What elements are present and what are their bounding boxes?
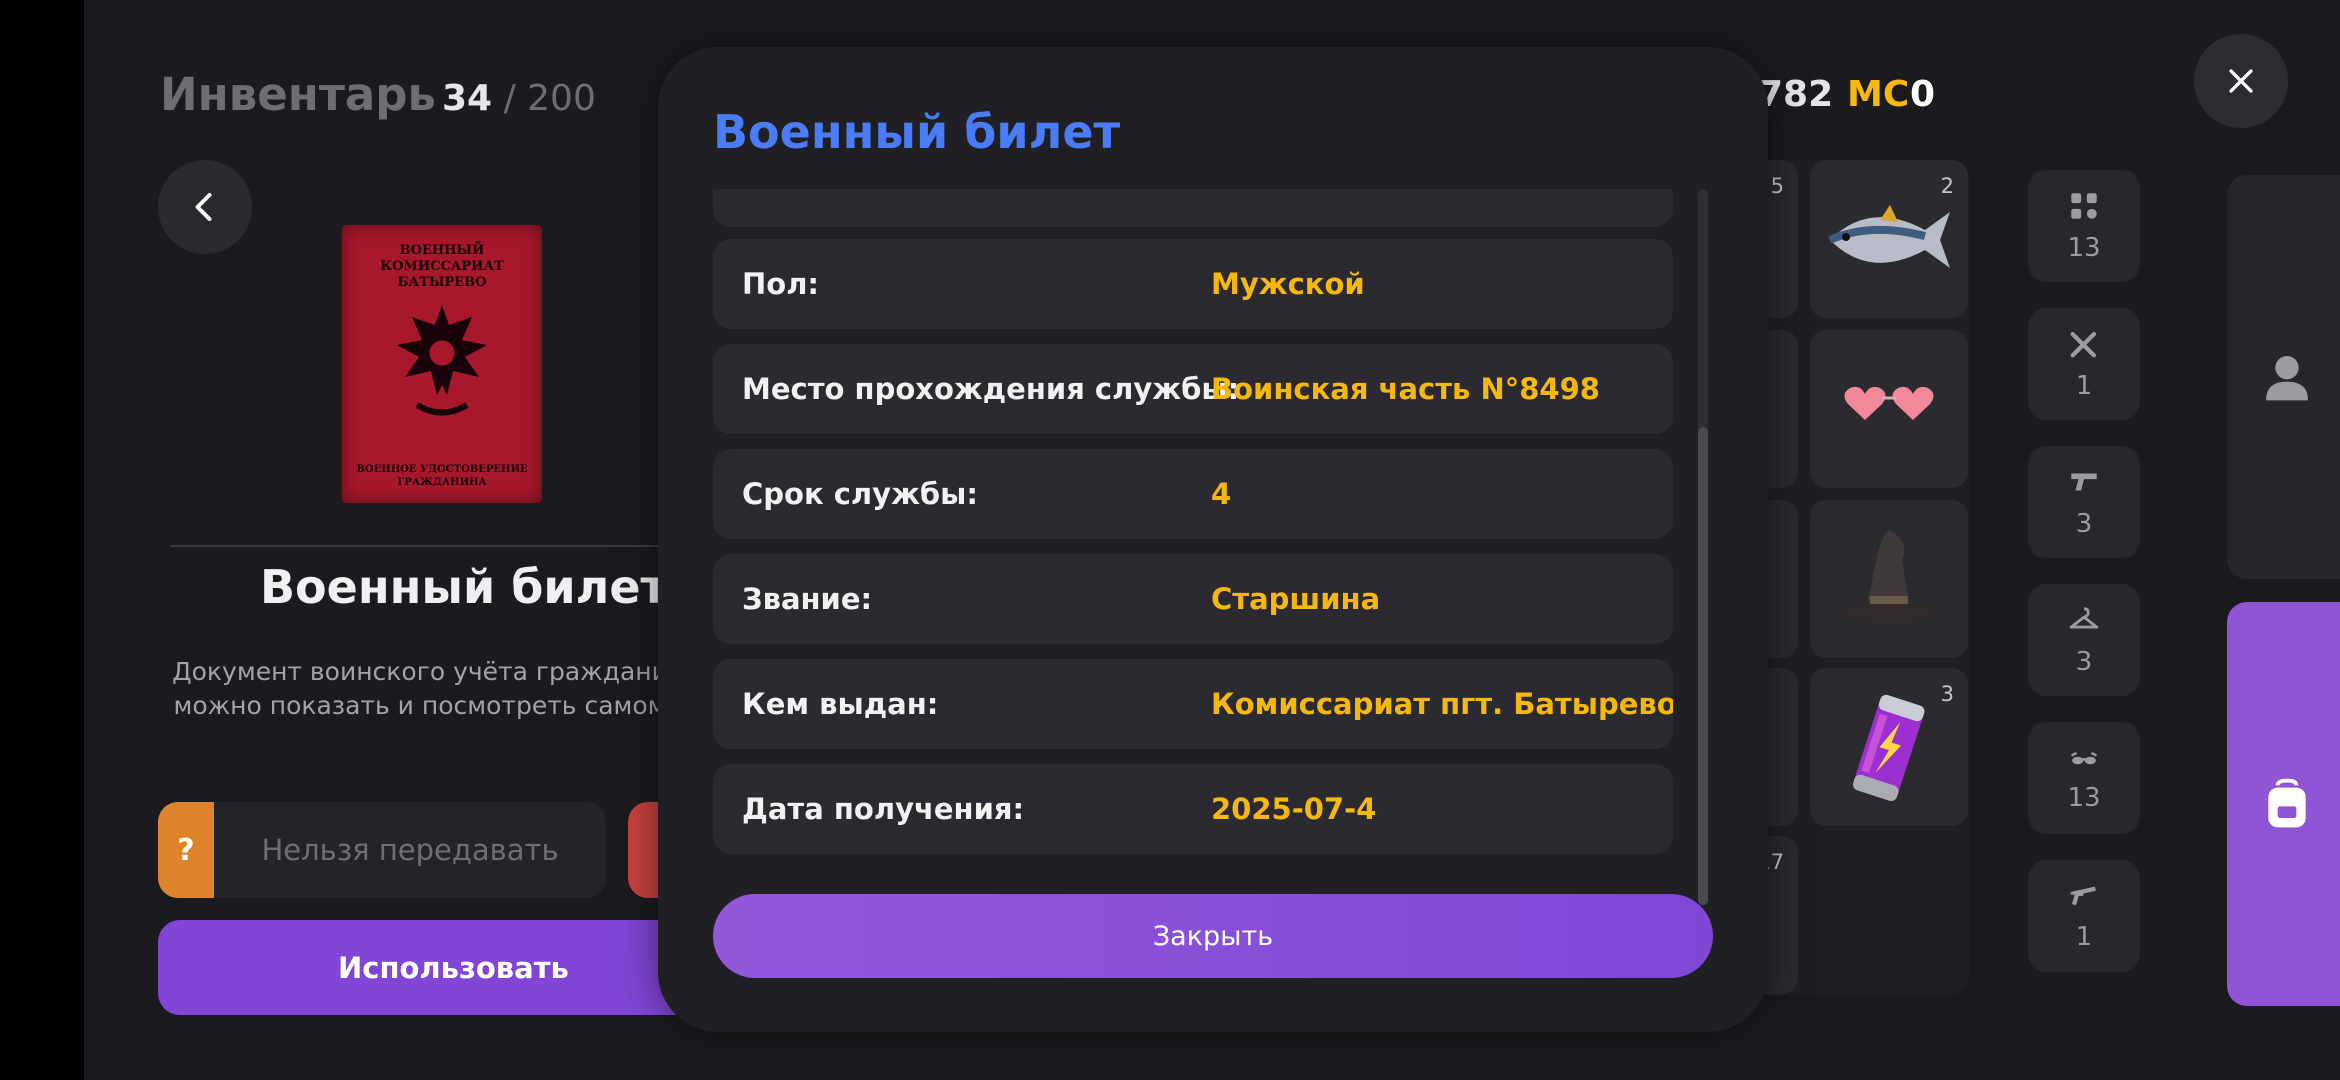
inventory-count-max: 200 — [527, 78, 596, 119]
slot-count: 5 — [1770, 174, 1784, 198]
witch-hat-icon — [1840, 530, 1936, 624]
info-row-label: Кем выдан: — [742, 687, 939, 721]
inventory-capacity: 34 / 200 — [442, 78, 596, 119]
category-count: 13 — [2067, 233, 2101, 263]
info-row-value: Старшина — [1211, 582, 1381, 616]
item-description-line: Документ воинского учёта граждани — [172, 657, 668, 686]
info-row-label: Срок службы: — [742, 477, 979, 511]
close-dialog-button[interactable]: Закрыть — [713, 894, 1713, 978]
inventory-slot[interactable] — [1810, 330, 1968, 488]
inventory-slot[interactable]: 3 — [1810, 668, 1968, 826]
military-id-image: ВОЕННЫЙ КОМИССАРИАТ БАТЫРЕВО ВОЕННОЕ УДО… — [342, 225, 542, 503]
category-weapons[interactable]: 3 — [2028, 446, 2140, 558]
info-row: Пол: Мужской — [713, 239, 1673, 329]
scrollbar-thumb[interactable] — [1698, 427, 1708, 905]
category-count: 1 — [2075, 371, 2093, 401]
category-accessories[interactable]: 13 — [2028, 722, 2140, 834]
glasses-icon — [2070, 751, 2098, 765]
item-info-dialog: Военный билет Пол: Мужской Место прохожд… — [658, 47, 1768, 1032]
inventory-slot[interactable] — [1810, 500, 1968, 658]
user-icon — [2266, 356, 2308, 401]
inventory-title: Инвентарь — [160, 68, 436, 121]
dialog-title: Военный билет — [713, 105, 1121, 159]
category-count: 3 — [2075, 647, 2093, 677]
slot-count: 2 — [1940, 174, 1954, 198]
category-all[interactable]: 13 — [2028, 170, 2140, 282]
divider — [170, 545, 670, 547]
info-row-value: Комиссариат пгт. Батырево — [1211, 687, 1673, 721]
info-row: Место прохождения службы: Воинская часть… — [713, 344, 1673, 434]
close-inventory-button[interactable] — [2194, 34, 2288, 128]
info-row: Звание: Старшина — [713, 554, 1673, 644]
info-row-label: Звание: — [742, 582, 873, 616]
info-row-value: 2025-07-4 — [1211, 792, 1377, 826]
info-rows-scroll-area[interactable]: Пол: Мужской Место прохождения службы: В… — [713, 189, 1673, 909]
category-count: 3 — [2075, 509, 2093, 539]
pistol-icon — [2071, 473, 2097, 491]
info-row-label: Дата получения: — [742, 792, 1025, 826]
info-row-label: Место прохождения службы: — [742, 372, 1240, 406]
chevron-left-icon — [195, 193, 212, 221]
inventory-count-current: 34 — [442, 78, 493, 119]
item-description-line: можно показать и посмотреть самом — [173, 691, 667, 720]
info-row-value: 4 — [1211, 477, 1232, 511]
mc-currency-value: 0 — [1910, 74, 1936, 115]
info-row-value: Мужской — [1211, 267, 1365, 301]
tab-inventory[interactable] — [2227, 602, 2340, 1006]
slot-count: 3 — [1940, 682, 1954, 706]
category-firearms[interactable]: 1 — [2028, 860, 2140, 972]
money-balance: 782 — [1758, 74, 1834, 115]
grid-icon — [2071, 193, 2097, 219]
info-row: Кем выдан: Комиссариат пгт. Батырево — [713, 659, 1673, 749]
item-description: Документ воинского учёта граждани можно … — [170, 655, 670, 723]
backpack-icon — [2268, 778, 2306, 828]
heart-glasses-icon — [1844, 386, 1934, 420]
transfer-status-label: Нельзя передавать — [261, 833, 559, 867]
scrollbar[interactable] — [1698, 189, 1708, 905]
tab-profile[interactable] — [2227, 175, 2340, 579]
category-count: 13 — [2067, 783, 2101, 813]
category-food[interactable]: 1 — [2028, 308, 2140, 420]
info-row: Дата получения: 2025-07-4 — [713, 764, 1673, 854]
back-button[interactable] — [158, 160, 252, 254]
use-button[interactable]: Использовать — [158, 920, 718, 1015]
fork-knife-icon — [2070, 331, 2097, 358]
eagle-emblem-icon — [397, 305, 487, 416]
close-icon — [2229, 69, 2253, 93]
rifle-icon — [2070, 886, 2096, 906]
info-row: Срок службы: 4 — [713, 449, 1673, 539]
item-name: Военный билет — [260, 560, 668, 614]
transfer-status: ? Нельзя передавать — [158, 802, 606, 898]
info-row-value: Воинская часть N°8498 — [1211, 372, 1600, 406]
inventory-count-separator: / — [503, 78, 516, 119]
category-count: 1 — [2075, 922, 2093, 952]
mc-currency-label: MC — [1847, 74, 1910, 115]
info-row-label: Пол: — [742, 267, 820, 301]
passport-bottom-text: ВОЕННОЕ УДОСТОВЕРЕНИЕ ГРАЖДАНИНА — [356, 464, 528, 488]
info-row — [713, 189, 1673, 227]
question-icon[interactable]: ? — [158, 802, 214, 898]
inventory-slot[interactable]: 2 — [1810, 160, 1968, 318]
category-clothes[interactable]: 3 — [2028, 584, 2140, 696]
passport-top-text: ВОЕННЫЙ КОМИССАРИАТ БАТЫРЕВО — [380, 243, 504, 290]
hanger-icon — [2069, 607, 2099, 629]
